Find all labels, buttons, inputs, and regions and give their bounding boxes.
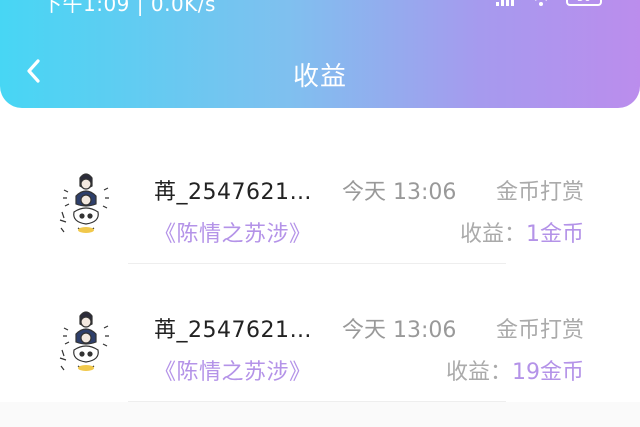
app-header: 下午1:09 | 0.0K/s ··· 50 收益 [0,0,640,108]
sender-name: 苒_2547621… [154,180,312,205]
earning-value: 19金币 [512,360,584,385]
earning-amount: 收益：19金币 [446,354,584,386]
record-type: 金币打赏 [495,318,584,343]
earning-label: 收益： [459,222,526,247]
book-title-link[interactable]: 《陈情之苏涉》 [154,216,312,248]
book-title-link[interactable]: 《陈情之苏涉》 [154,354,312,386]
record-time: 今天 13:06 [342,318,457,343]
list-item[interactable]: 苒_2547621… 今天 13:06 金币打赏 《陈情之苏涉》 收益：19金币 [0,264,640,402]
earning-value: 1金币 [526,222,584,247]
record-time: 今天 13:06 [342,180,457,205]
sender-name: 苒_2547621… [154,318,312,343]
avatar [59,311,109,371]
page-title: 收益 [292,62,347,92]
status-bar: 下午1:09 | 0.0K/s ··· 50 [0,0,640,16]
avatar [59,173,109,233]
more-dots-icon: ··· [232,0,259,9]
earnings-list: 苒_2547621… 今天 13:06 金币打赏 《陈情之苏涉》 收益：1金币 [0,126,640,427]
battery-icon: 50 [566,0,602,6]
wifi-icon [535,0,547,6]
earning-amount: 收益：1金币 [460,216,584,248]
earning-label: 收益： [445,360,512,385]
record-type: 金币打赏 [495,180,584,205]
divider [128,401,506,402]
status-time: 下午1:09 | 0.0K/s [42,0,216,16]
signal-icon [496,0,514,6]
list-item[interactable]: 苒_2547621… 今天 13:06 金币打赏 《陈情之苏涉》 收益：1金币 [0,126,640,264]
